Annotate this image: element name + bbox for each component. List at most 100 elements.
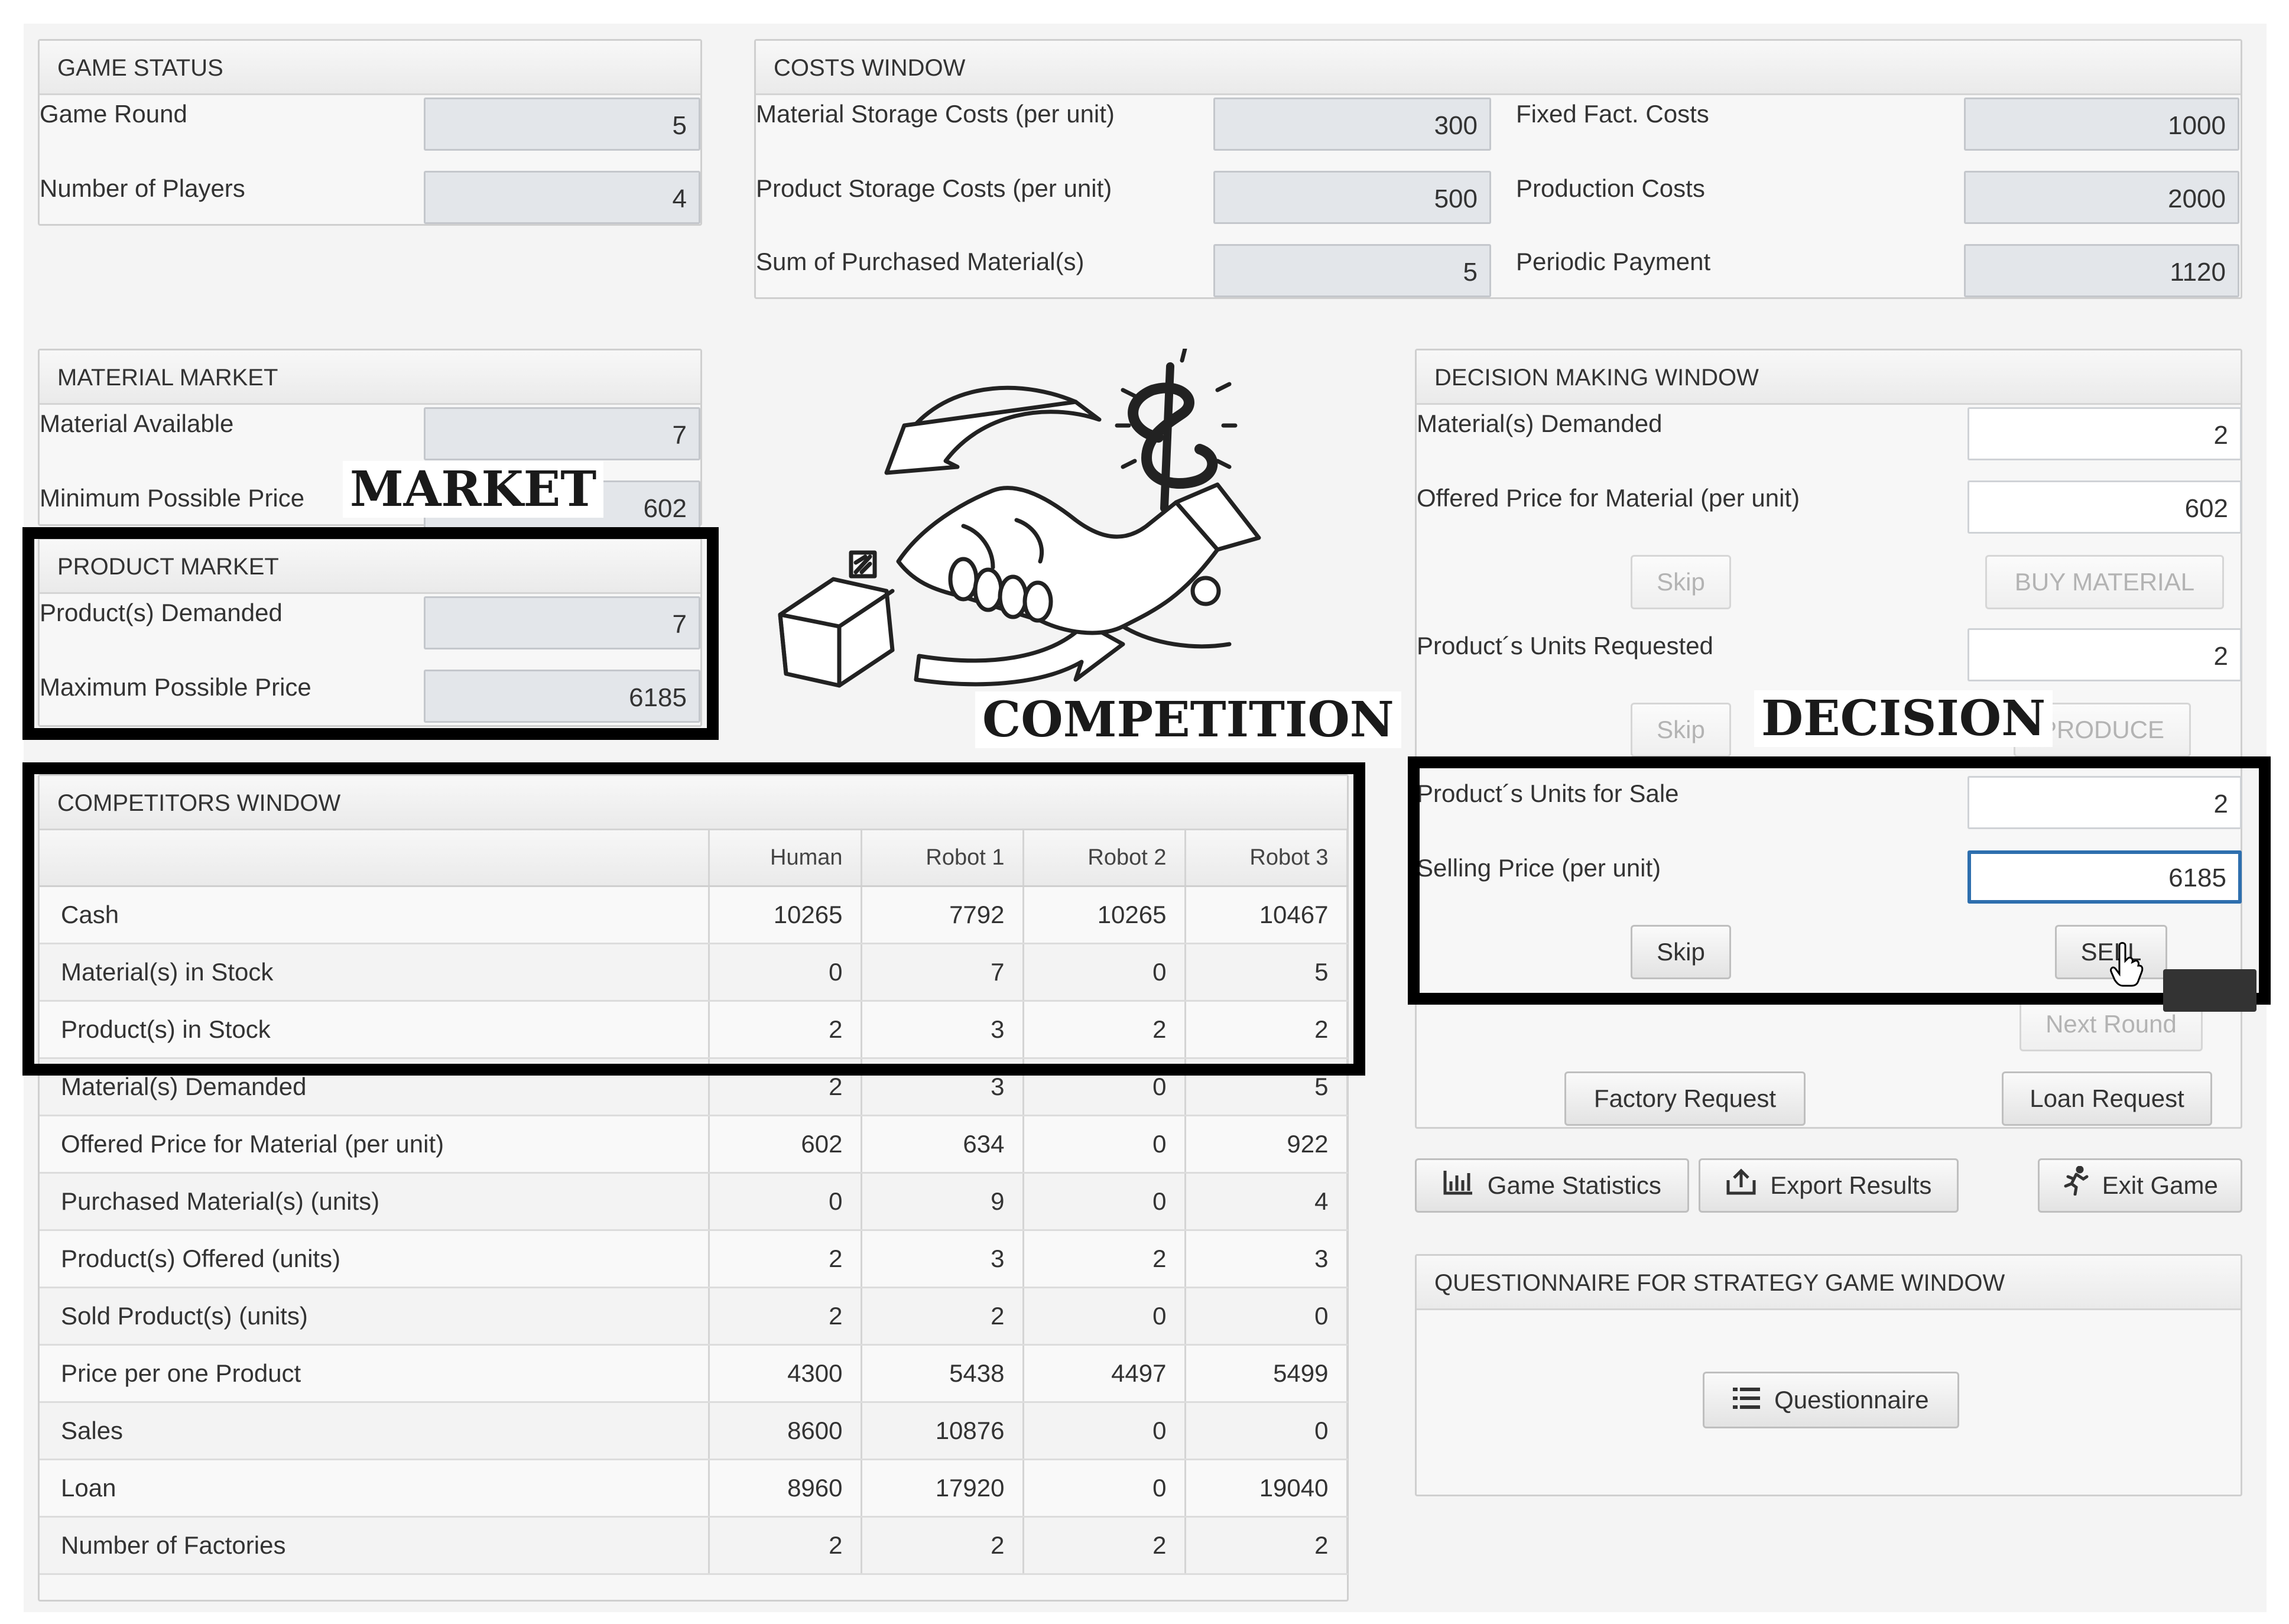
table-row: Offered Price for Material (per unit) 602… (40, 1115, 1348, 1174)
row-label-cell: Sales (40, 1402, 710, 1460)
material-storage-costs-field: 300 (1213, 98, 1491, 151)
materials-demanded-input[interactable]: 2 (1967, 407, 2242, 460)
questionnaire-title: QUESTIONNAIRE FOR STRATEGY GAME WINDOW (1417, 1256, 2241, 1310)
loan-request-button[interactable]: Loan Request (2002, 1071, 2212, 1126)
row-label-cell: Material(s) Demanded (40, 1058, 710, 1116)
value-cell: 10265 (709, 886, 862, 944)
production-costs-field: 2000 (1964, 171, 2239, 224)
value-cell: 602 (709, 1115, 862, 1174)
value-cell: 7792 (861, 886, 1024, 944)
table-row: Cash 10265 7792 10265 10467 (40, 886, 1348, 944)
value-cell: 3 (1185, 1230, 1348, 1288)
value-cell: 0 (1023, 1459, 1186, 1518)
value-cell: 0 (709, 1172, 862, 1231)
questionnaire-panel: QUESTIONNAIRE FOR STRATEGY GAME WINDOW Q… (1415, 1254, 2242, 1496)
bar-chart-icon (1443, 1162, 1473, 1213)
material-storage-costs-label: Material Storage Costs (per unit) (756, 100, 1115, 128)
sell-tooltip (2163, 969, 2256, 1012)
questionnaire-label: Questionnaire (1774, 1386, 1929, 1414)
value-cell: 3 (861, 1058, 1024, 1116)
export-results-label: Export Results (1770, 1171, 1932, 1199)
value-cell: 2 (709, 1230, 862, 1288)
column-header: Robot 3 (1185, 830, 1348, 887)
value-cell: 2 (1023, 1001, 1186, 1059)
questionnaire-button[interactable]: Questionnaire (1703, 1372, 1959, 1428)
competitors-body: Cash 10265 7792 10265 10467 Material(s) in St… (40, 886, 1348, 1575)
value-cell: 4497 (1023, 1344, 1186, 1403)
fixed-fact-costs-label: Fixed Fact. Costs (1516, 100, 1709, 128)
maximum-possible-price-field: 6185 (424, 670, 700, 723)
value-cell: 0 (1185, 1287, 1348, 1346)
row-label-cell: Offered Price for Material (per unit) (40, 1115, 710, 1174)
value-cell: 2 (861, 1516, 1024, 1575)
skip-sell-button[interactable]: Skip (1631, 925, 1731, 979)
value-cell: 3 (861, 1001, 1024, 1059)
value-cell: 2 (709, 1058, 862, 1116)
table-row: Product(s) Offered (units) 2 3 2 3 (40, 1230, 1348, 1288)
competitors-panel: COMPETITORS WINDOW Human Robot 1 Robot 2 Ro… (38, 774, 1349, 1602)
table-row: Purchased Material(s) (units) 0 9 0 4 (40, 1172, 1348, 1231)
decision-making-title: DECISION MAKING WINDOW (1417, 350, 2241, 405)
units-for-sale-label: Product´s Units for Sale (1417, 779, 1679, 807)
running-man-icon (2062, 1162, 2089, 1213)
skip-produce-button[interactable]: Skip (1631, 703, 1731, 757)
selling-price-input[interactable]: 6185 (1967, 850, 2242, 904)
competitors-title: COMPETITORS WINDOW (40, 776, 1347, 830)
buy-material-button[interactable]: BUY MATERIAL (1985, 555, 2224, 609)
exit-game-button[interactable]: Exit Game (2038, 1158, 2242, 1213)
units-requested-input[interactable]: 2 (1967, 628, 2242, 681)
value-cell: 9 (861, 1172, 1024, 1231)
value-cell: 634 (861, 1115, 1024, 1174)
value-cell: 17920 (861, 1459, 1024, 1518)
game-round-label: Game Round (40, 100, 187, 128)
value-cell: 0 (1023, 1115, 1186, 1174)
value-cell: 5 (1185, 1058, 1348, 1116)
skip-buy-button[interactable]: Skip (1631, 555, 1731, 609)
table-row: Loan 8960 17920 0 19040 (40, 1459, 1348, 1518)
value-cell: 0 (709, 943, 862, 1002)
game-screen: GAME STATUS Game Round 5 Number of Playe… (0, 0, 2289, 1624)
offered-price-input[interactable]: 602 (1967, 480, 2242, 534)
production-costs-label: Production Costs (1516, 174, 1705, 202)
value-cell: 10265 (1023, 886, 1186, 944)
column-header: Robot 2 (1023, 830, 1186, 887)
table-row: Number of Factories 2 2 2 2 (40, 1516, 1348, 1575)
handshake-money-illustration (768, 346, 1288, 715)
product-storage-costs-field: 500 (1213, 171, 1491, 224)
purchased-materials-label: Sum of Purchased Material(s) (756, 248, 1085, 275)
row-label-cell: Cash (40, 886, 710, 944)
products-demanded-label: Product(s) Demanded (40, 599, 283, 626)
value-cell: 2 (1023, 1516, 1186, 1575)
selling-price-label: Selling Price (per unit) (1417, 854, 1661, 882)
export-results-button[interactable]: Export Results (1699, 1158, 1959, 1213)
table-row: Sales 8600 10876 0 0 (40, 1402, 1348, 1460)
number-of-players-field: 4 (424, 171, 700, 224)
game-status-title: GAME STATUS (40, 41, 700, 95)
hand-cursor-icon (2109, 941, 2144, 988)
table-row: Product(s) in Stock 2 3 2 2 (40, 1001, 1348, 1059)
value-cell: 5499 (1185, 1344, 1348, 1403)
value-cell: 2 (709, 1001, 862, 1059)
exit-game-label: Exit Game (2102, 1171, 2218, 1199)
value-cell: 8600 (709, 1402, 862, 1460)
material-market-title: MATERIAL MARKET (40, 350, 700, 405)
units-for-sale-input[interactable]: 2 (1967, 776, 2242, 829)
value-cell: 3 (861, 1230, 1024, 1288)
value-cell: 2 (709, 1516, 862, 1575)
table-row: Material(s) in Stock 0 7 0 5 (40, 943, 1348, 1002)
fixed-fact-costs-field: 1000 (1964, 98, 2239, 151)
list-icon (1733, 1375, 1761, 1428)
game-statistics-button[interactable]: Game Statistics (1415, 1158, 1689, 1213)
product-market-title: PRODUCT MARKET (40, 540, 700, 594)
column-header: Robot 1 (861, 830, 1024, 887)
units-requested-label: Product´s Units Requested (1417, 632, 1713, 660)
competition-overlay-label: COMPETITION (975, 691, 1401, 748)
periodic-payment-label: Periodic Payment (1516, 248, 1711, 275)
table-row: Material(s) Demanded 2 3 0 5 (40, 1058, 1348, 1116)
table-row: Price per one Product 4300 5438 4497 5499 (40, 1344, 1348, 1403)
game-round-field: 5 (424, 98, 700, 151)
factory-request-button[interactable]: Factory Request (1564, 1071, 1806, 1126)
costs-panel: COSTS WINDOW Material Storage Costs (per… (754, 39, 2242, 299)
competitors-table: Human Robot 1 Robot 2 Robot 3 Cash 10265 7792… (40, 830, 1348, 1575)
value-cell: 5438 (861, 1344, 1024, 1403)
